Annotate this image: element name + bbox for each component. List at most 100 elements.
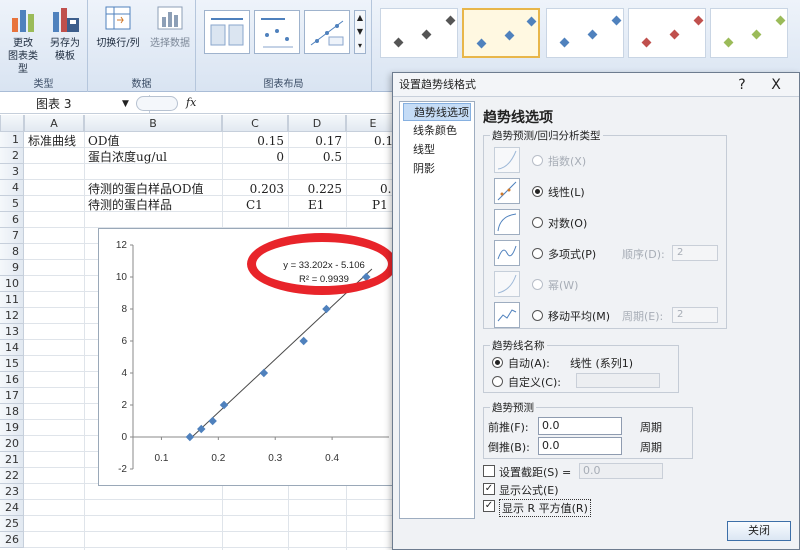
cell-c4[interactable]: 0.203 <box>222 181 284 197</box>
save-as-template-button[interactable]: 另存为 模板 <box>46 4 84 63</box>
show-equation-checkbox[interactable]: ✓ <box>483 483 495 495</box>
row-header[interactable]: 20 <box>0 436 24 452</box>
chart-style-1[interactable] <box>380 8 458 58</box>
row-header[interactable]: 12 <box>0 308 24 324</box>
row-header[interactable]: 23 <box>0 484 24 500</box>
nav-trendline-options[interactable]: 趋势线选项 <box>403 103 471 121</box>
name-box[interactable]: 图表 3 ▼ <box>0 95 150 113</box>
intercept-input[interactable]: 0.0 <box>579 463 663 479</box>
cell-b1[interactable]: OD值 <box>88 133 119 149</box>
custom-name-input[interactable] <box>576 373 660 388</box>
option-power[interactable]: 幂(W) <box>494 270 724 300</box>
layout-option-3[interactable] <box>304 10 350 54</box>
close-button[interactable]: 关闭 <box>727 521 791 541</box>
embedded-chart[interactable]: 12 10 8 6 4 2 0 -2 0.1 0.2 0.3 0.4 y = 33.202x - 5.… <box>98 228 398 486</box>
row-header[interactable]: 7 <box>0 228 24 244</box>
row-header[interactable]: 3 <box>0 164 24 180</box>
cell-c2[interactable]: 0 <box>222 149 284 165</box>
radio-custom-name[interactable] <box>492 376 503 387</box>
row-header[interactable]: 14 <box>0 340 24 356</box>
cell-b2[interactable]: 蛋白浓度ug/ul <box>88 149 167 165</box>
cell-e4[interactable]: 0. <box>380 181 391 197</box>
cell-a1[interactable]: 标准曲线 <box>28 133 76 149</box>
row-header[interactable]: 18 <box>0 404 24 420</box>
cell-b5[interactable]: 待测的蛋白样品 <box>88 197 172 213</box>
order-stepper[interactable]: 2 <box>672 245 718 261</box>
layout-option-1[interactable] <box>204 10 250 54</box>
help-button[interactable]: ? <box>729 73 755 97</box>
radio-logarithmic[interactable] <box>532 217 543 228</box>
row-header[interactable]: 21 <box>0 452 24 468</box>
row-header[interactable]: 1 <box>0 132 24 148</box>
row-header[interactable]: 11 <box>0 292 24 308</box>
row-header[interactable]: 16 <box>0 372 24 388</box>
cell-d2[interactable]: 0.5 <box>288 149 342 165</box>
row-header[interactable]: 24 <box>0 500 24 516</box>
ribbon-group-layout: ▲ ▼ ▾ 图表布局 <box>196 0 372 92</box>
row-header[interactable]: 8 <box>0 244 24 260</box>
show-r2-checkbox[interactable]: ✓ <box>483 500 495 512</box>
column-header-b[interactable]: B <box>84 115 222 132</box>
select-all-corner[interactable] <box>0 115 24 132</box>
radio-linear[interactable] <box>532 186 543 197</box>
power-icon <box>494 271 520 297</box>
column-header-d[interactable]: D <box>288 115 346 132</box>
change-chart-type-button[interactable]: 更改 图表类型 <box>4 4 42 76</box>
chart-style-4[interactable] <box>628 8 706 58</box>
nav-line-color[interactable]: 线条颜色 <box>403 122 471 140</box>
radio-polynomial[interactable] <box>532 248 543 259</box>
option-polynomial[interactable]: 多项式(P) 顺序(D): 2 <box>494 239 730 269</box>
layout-scroll[interactable]: ▲ ▼ ▾ <box>354 10 366 54</box>
formula-splitter[interactable] <box>136 96 178 111</box>
row-header[interactable]: 5 <box>0 196 24 212</box>
cell-d1[interactable]: 0.17 <box>288 133 342 149</box>
cell-d5[interactable]: E1 <box>308 197 324 213</box>
dropdown-arrow-icon[interactable]: ▼ <box>122 95 129 113</box>
save-template-icon <box>50 4 80 34</box>
cell-e5[interactable]: P1 <box>372 197 388 213</box>
option-exponential[interactable]: 指数(X) <box>494 146 724 176</box>
cell-c1[interactable]: 0.15 <box>222 133 284 149</box>
period-stepper[interactable]: 2 <box>672 307 718 323</box>
chart-style-5[interactable] <box>710 8 788 58</box>
cell-b4[interactable]: 待测的蛋白样品OD值 <box>88 181 203 197</box>
row-header[interactable]: 26 <box>0 532 24 548</box>
layout-option-2[interactable] <box>254 10 300 54</box>
chart-style-2[interactable] <box>462 8 540 58</box>
row-header[interactable]: 13 <box>0 324 24 340</box>
select-data-button[interactable]: 选择数据 <box>146 4 194 50</box>
row-header[interactable]: 4 <box>0 180 24 196</box>
row-header[interactable]: 15 <box>0 356 24 372</box>
forward-input[interactable]: 0.0 <box>538 417 622 435</box>
nav-line-style[interactable]: 线型 <box>403 141 471 159</box>
option-logarithmic[interactable]: 对数(O) <box>494 208 724 238</box>
backward-input[interactable]: 0.0 <box>538 437 622 455</box>
cell-c5[interactable]: C1 <box>246 197 263 213</box>
set-intercept-checkbox[interactable] <box>483 465 495 477</box>
cell-d4[interactable]: 0.225 <box>288 181 342 197</box>
grid-line <box>24 515 400 516</box>
polynomial-icon <box>494 240 520 266</box>
radio-power[interactable] <box>532 279 543 290</box>
option-moving-average[interactable]: 移动平均(M) 周期(E): 2 <box>494 301 730 331</box>
row-header[interactable]: 9 <box>0 260 24 276</box>
close-x-button[interactable]: X <box>763 73 789 97</box>
row-header[interactable]: 17 <box>0 388 24 404</box>
row-header[interactable]: 2 <box>0 148 24 164</box>
row-header[interactable]: 10 <box>0 276 24 292</box>
nav-shadow[interactable]: 阴影 <box>403 160 471 178</box>
radio-moving-average[interactable] <box>532 310 543 321</box>
row-header[interactable]: 22 <box>0 468 24 484</box>
chart-style-3[interactable] <box>546 8 624 58</box>
cell-e1[interactable]: 0.1 <box>374 133 393 149</box>
radio-exponential[interactable] <box>532 155 543 166</box>
radio-auto-name[interactable] <box>492 357 503 368</box>
option-linear[interactable]: 线性(L) <box>494 177 724 207</box>
column-header-c[interactable]: C <box>222 115 288 132</box>
row-header[interactable]: 6 <box>0 212 24 228</box>
switch-row-column-button[interactable]: 切换行/列 <box>92 4 144 50</box>
column-header-a[interactable]: A <box>24 115 84 132</box>
row-header[interactable]: 25 <box>0 516 24 532</box>
fx-icon[interactable]: fx <box>186 96 196 109</box>
row-header[interactable]: 19 <box>0 420 24 436</box>
